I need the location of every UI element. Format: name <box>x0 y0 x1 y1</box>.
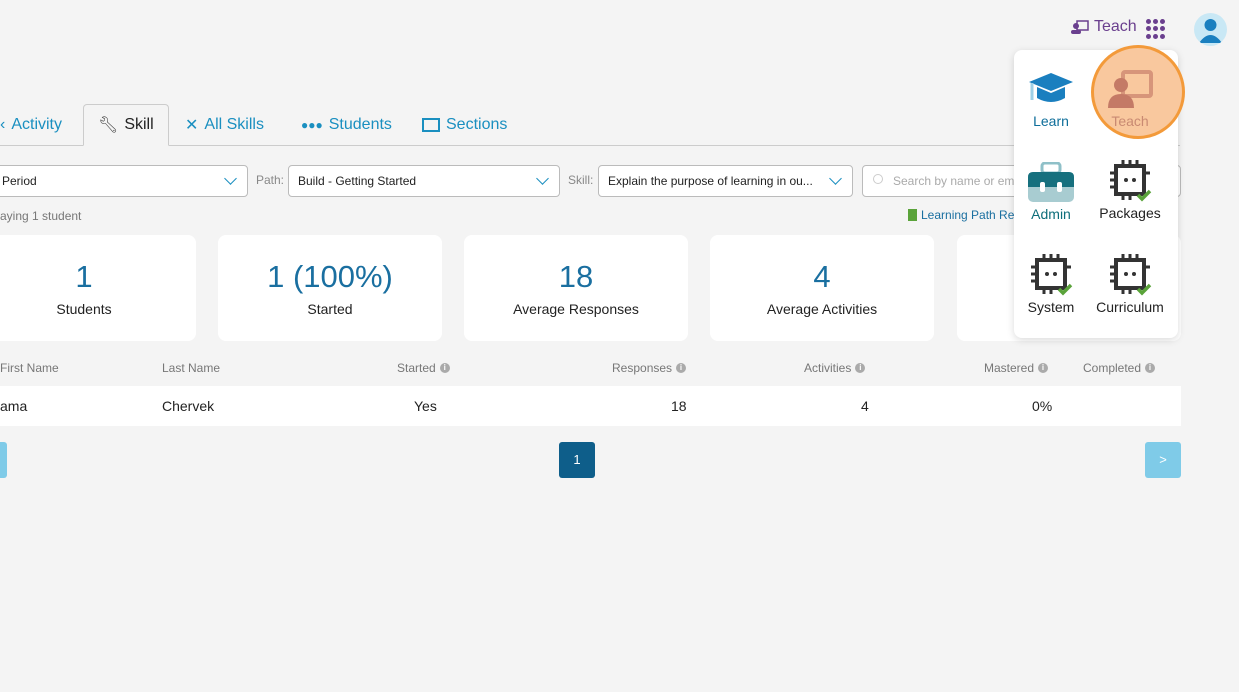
info-icon[interactable]: i <box>1038 363 1049 373</box>
cell-last-name: Chervek <box>162 398 215 414</box>
app-learn[interactable]: Learn <box>1012 70 1090 129</box>
col-last-name[interactable]: Last Name <box>162 361 220 375</box>
app-admin[interactable]: Admin <box>1012 162 1090 222</box>
stat-card-activities: 4 Average Activities <box>710 235 934 341</box>
chevron-down-icon <box>224 172 237 185</box>
users-icon: ●●● <box>301 118 323 132</box>
tab-activity[interactable]: ‹ Activity <box>0 104 62 146</box>
chevron-down-icon <box>829 172 842 185</box>
info-icon[interactable]: i <box>676 363 687 373</box>
stat-card-students: 1 Students <box>0 235 196 341</box>
toolbox-icon <box>1028 162 1074 202</box>
apps-grid-icon[interactable] <box>1146 19 1166 39</box>
col-responses[interactable]: Responses i <box>612 361 687 375</box>
chip-check-icon <box>1110 254 1152 296</box>
app-packages[interactable]: Packages <box>1091 160 1169 221</box>
skill-label: Skill: <box>568 173 594 187</box>
chevron-down-icon <box>536 172 549 185</box>
app-curriculum[interactable]: Curriculum <box>1091 254 1169 315</box>
next-page-button[interactable]: > <box>1145 442 1181 478</box>
app-teach[interactable]: Teach <box>1091 70 1169 129</box>
cell-first-name: ama <box>0 398 28 414</box>
app-system[interactable]: System <box>1012 254 1090 315</box>
avatar[interactable] <box>1194 13 1227 46</box>
col-mastered[interactable]: Mastered i <box>984 361 1049 375</box>
info-icon[interactable]: i <box>439 363 450 373</box>
cell-mastered: 0% <box>1032 398 1053 414</box>
teach-icon <box>1108 70 1153 108</box>
status-text: aying 1 student <box>0 209 82 223</box>
prev-page-button[interactable] <box>0 442 7 478</box>
excel-icon <box>908 209 917 221</box>
cell-activities: 4 <box>861 398 869 414</box>
page-1-button[interactable]: 1 <box>559 442 595 478</box>
cell-started: Yes <box>414 398 437 414</box>
col-first-name[interactable]: First Name <box>0 361 59 375</box>
tab-skill[interactable]: 🔧︎ Skill <box>83 104 169 146</box>
stat-card-responses: 18 Average Responses <box>464 235 688 341</box>
tab-sections[interactable]: Sections <box>422 104 507 146</box>
current-role[interactable]: Teach <box>1071 18 1137 36</box>
report-link[interactable]: Learning Path Re <box>908 208 1014 222</box>
period-select[interactable]: Period <box>0 165 248 197</box>
info-icon[interactable]: i <box>855 363 866 373</box>
activity-icon: ‹ <box>0 116 6 133</box>
classroom-icon <box>422 118 440 132</box>
role-label: Teach <box>1094 18 1137 35</box>
skill-select[interactable]: Explain the purpose of learning in ou... <box>598 165 853 197</box>
stat-card-started: 1 (100%) Started <box>218 235 442 341</box>
teach-icon <box>1071 20 1089 34</box>
tools-icon: ✕ <box>185 117 199 134</box>
apps-menu: Learn Teach Admin Packages System Curric… <box>1012 45 1185 338</box>
wrench-icon: 🔧︎ <box>98 117 119 134</box>
info-icon[interactable]: i <box>1145 363 1156 373</box>
tab-students[interactable]: ●●● Students <box>301 104 392 146</box>
graduation-cap-icon <box>1029 73 1073 102</box>
search-icon <box>873 174 883 184</box>
cell-responses: 18 <box>671 398 687 414</box>
path-select[interactable]: Build - Getting Started <box>288 165 560 197</box>
path-label: Path: <box>256 173 285 187</box>
col-completed[interactable]: Completed i <box>1083 361 1156 375</box>
tab-bar: ‹ Activity 🔧︎ Skill ✕ All Skills ●●● Student… <box>0 104 1180 146</box>
col-activities[interactable]: Activities i <box>804 361 866 375</box>
chip-check-icon <box>1110 160 1152 202</box>
chip-check-icon <box>1031 254 1073 296</box>
col-started[interactable]: Started i <box>397 361 450 375</box>
tab-all-skills[interactable]: ✕ All Skills <box>185 104 264 146</box>
